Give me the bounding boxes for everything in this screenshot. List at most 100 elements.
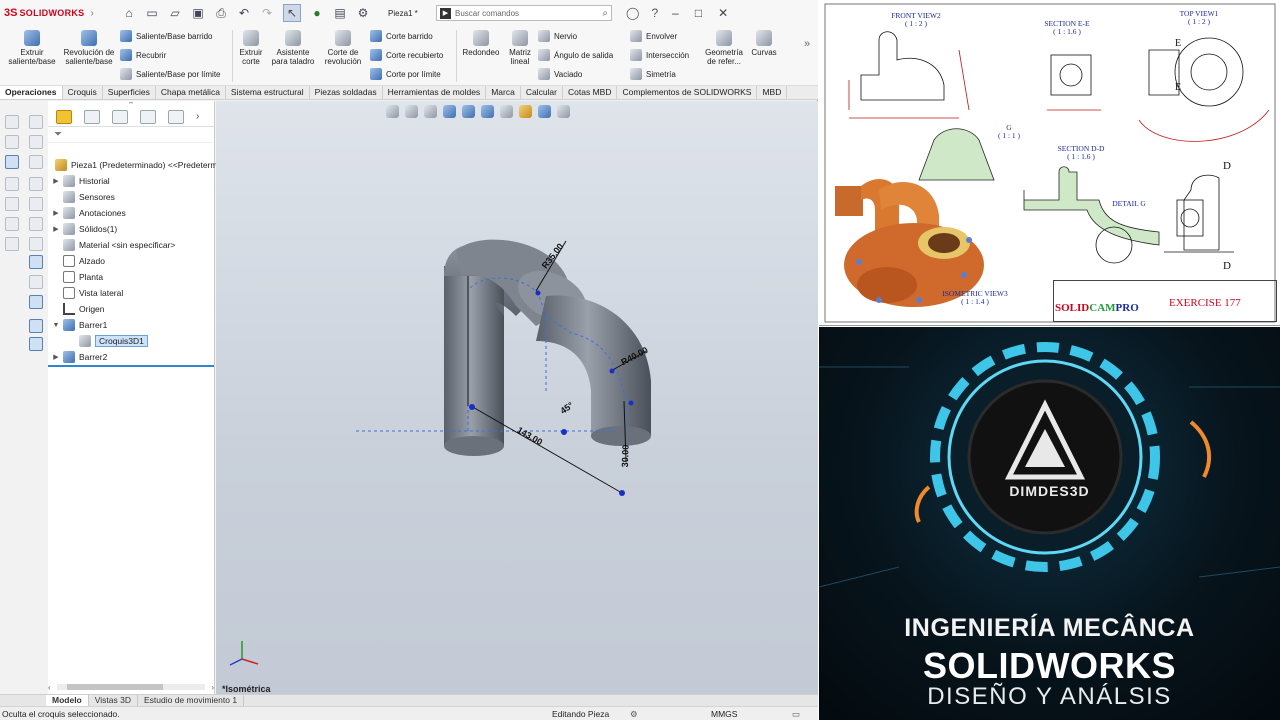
tab-cotas-mbd[interactable]: Cotas MBD xyxy=(563,86,618,99)
undo-icon[interactable]: ↶ xyxy=(237,6,251,20)
tab-operaciones[interactable]: Operaciones xyxy=(0,86,63,99)
strip-tool-icon[interactable] xyxy=(5,177,19,191)
loft-cut-button[interactable]: Corte recubierto xyxy=(370,49,443,61)
tab-calcular[interactable]: Calcular xyxy=(521,86,563,99)
display-manager-tab-icon[interactable] xyxy=(168,109,184,124)
strip-tool-icon[interactable] xyxy=(29,275,43,289)
mirror-button[interactable]: Simetría xyxy=(630,68,676,80)
strip-tool-icon[interactable] xyxy=(29,197,43,211)
units-selector[interactable]: MMGS xyxy=(711,709,737,719)
tree-item-vista-lateral[interactable]: Vista lateral xyxy=(52,285,123,301)
boundary-boss-button[interactable]: Saliente/Base por límite xyxy=(120,68,221,80)
strip-tool-icon[interactable] xyxy=(29,177,43,191)
expand-arrow-icon[interactable]: ▶ xyxy=(52,225,60,233)
scroll-right-icon[interactable]: › xyxy=(211,683,214,692)
magnifier-icon[interactable]: ⌕ xyxy=(602,8,608,19)
strip-tool-icon[interactable] xyxy=(29,337,43,351)
tab-estudio-movimiento[interactable]: Estudio de movimiento 1 xyxy=(138,695,245,706)
swept-boss-button[interactable]: Saliente/Base barrido xyxy=(120,30,213,42)
linear-pattern-button[interactable]: Matriz lineal xyxy=(504,30,536,66)
tab-complementos[interactable]: Complementos de SOLIDWORKS xyxy=(617,86,758,99)
customize-statusbar-icon[interactable]: ▭ xyxy=(792,709,800,720)
revolve-cut-button[interactable]: Corte de revolución xyxy=(320,30,366,66)
redo-icon[interactable]: ↷ xyxy=(260,6,274,20)
rib-button[interactable]: Nervio xyxy=(538,30,577,42)
tree-item-planta[interactable]: Planta xyxy=(52,269,103,285)
tree-item-croquis3d1[interactable]: Croquis3D1 xyxy=(68,333,148,349)
rebuild-status-icon[interactable]: ⚙ xyxy=(630,709,638,720)
shell-button[interactable]: Vaciado xyxy=(538,68,582,80)
command-search-input[interactable]: ▶ Buscar comandos ⌕ xyxy=(436,5,612,21)
print-icon[interactable]: ⎙ xyxy=(214,6,228,20)
fillet-button[interactable]: Redondeo xyxy=(460,30,502,57)
ribbon-overflow-chevron-icon[interactable]: » xyxy=(804,38,810,50)
home-icon[interactable]: ⌂ xyxy=(122,6,136,20)
strip-tool-icon[interactable] xyxy=(29,255,43,269)
expand-arrow-icon[interactable]: ▶ xyxy=(52,353,60,361)
tree-item-historial[interactable]: ▶ Historial xyxy=(52,173,110,189)
curves-button[interactable]: Curvas xyxy=(748,30,780,57)
hole-wizard-button[interactable]: Asistente para taladro xyxy=(268,30,318,66)
strip-tool-icon[interactable] xyxy=(29,319,43,333)
collapse-arrow-icon[interactable]: ▼ xyxy=(52,322,60,329)
scroll-left-icon[interactable]: ‹ xyxy=(48,683,51,692)
chevron-right-icon[interactable]: › xyxy=(196,111,199,122)
tab-sistema-estructural[interactable]: Sistema estructural xyxy=(226,86,310,99)
tab-piezas-soldadas[interactable]: Piezas soldadas xyxy=(310,86,383,99)
tab-modelo[interactable]: Modelo xyxy=(46,695,89,706)
expand-arrow-icon[interactable]: ▶ xyxy=(52,177,60,185)
solidworks-logo[interactable]: 3S SOLIDWORKS › xyxy=(4,7,98,19)
feature-tree-tab-icon[interactable] xyxy=(56,109,72,124)
strip-tool-icon[interactable] xyxy=(5,237,19,251)
reference-geometry-button[interactable]: Geometría de refer... xyxy=(702,30,746,66)
tab-marca[interactable]: Marca xyxy=(486,86,521,99)
dimension-30[interactable]: 30.00 xyxy=(620,445,631,468)
user-account-icon[interactable]: ◯ xyxy=(626,6,639,20)
tree-item-anotaciones[interactable]: ▶ Anotaciones xyxy=(52,205,126,221)
tab-croquis[interactable]: Croquis xyxy=(63,86,103,99)
close-icon[interactable]: ✕ xyxy=(718,6,728,20)
maximize-icon[interactable]: □ xyxy=(695,6,702,20)
tree-filter[interactable]: ⏷ xyxy=(48,127,214,143)
tree-item-material[interactable]: Material <sin especificar> xyxy=(52,237,175,253)
wrap-button[interactable]: Envolver xyxy=(630,30,677,42)
strip-tool-icon[interactable] xyxy=(5,155,19,169)
tab-vistas-3d[interactable]: Vistas 3D xyxy=(89,695,138,706)
strip-tool-icon[interactable] xyxy=(5,135,19,149)
chevron-right-icon[interactable]: › xyxy=(90,8,93,19)
tree-item-sensores[interactable]: Sensores xyxy=(52,189,115,205)
rollback-bar[interactable] xyxy=(48,365,214,367)
graphics-viewport[interactable]: R35.00 R40.00 143.00 45° 30.00 *Isométri… xyxy=(216,101,818,696)
save-icon[interactable]: ▣ xyxy=(191,6,205,20)
scroll-thumb[interactable] xyxy=(66,684,163,690)
strip-tool-icon[interactable] xyxy=(29,217,43,231)
tree-item-solidos[interactable]: ▶ Sólidos(1) xyxy=(52,221,117,237)
strip-tool-icon[interactable] xyxy=(29,135,43,149)
loft-boss-button[interactable]: Recubrir xyxy=(120,49,166,61)
file-properties-icon[interactable]: ▤ xyxy=(333,6,347,20)
tab-mbd[interactable]: MBD xyxy=(757,86,788,99)
expand-arrow-icon[interactable]: ▶ xyxy=(52,209,60,217)
minimize-icon[interactable]: – xyxy=(672,6,679,20)
intersect-button[interactable]: Intersección xyxy=(630,49,689,61)
tree-item-barrer2[interactable]: ▶ Barrer2 xyxy=(52,349,107,365)
tree-item-barrer1[interactable]: ▼ Barrer1 xyxy=(52,317,107,333)
draft-button[interactable]: Ángulo de salida xyxy=(538,49,613,61)
strip-tool-icon[interactable] xyxy=(29,295,43,309)
options-gear-icon[interactable]: ⚙ xyxy=(356,6,370,20)
select-pointer-icon[interactable]: ↖ xyxy=(283,4,301,22)
configuration-manager-tab-icon[interactable] xyxy=(112,109,128,124)
tab-chapa-metalica[interactable]: Chapa metálica xyxy=(156,86,226,99)
strip-tool-icon[interactable] xyxy=(5,115,19,129)
property-manager-tab-icon[interactable] xyxy=(84,109,100,124)
new-document-icon[interactable]: ▭ xyxy=(145,6,159,20)
tree-root-part[interactable]: Pieza1 (Predeterminado) <<Predeterm xyxy=(52,157,217,173)
boundary-cut-button[interactable]: Corte por límite xyxy=(370,68,441,80)
strip-tool-icon[interactable] xyxy=(5,217,19,231)
help-icon[interactable]: ? xyxy=(651,6,658,20)
pipe-right-elbow[interactable] xyxy=(536,295,651,446)
rebuild-icon[interactable]: ● xyxy=(310,6,324,20)
dimxpert-tab-icon[interactable] xyxy=(140,109,156,124)
extrude-boss-button[interactable]: Extruir saliente/base xyxy=(4,30,60,66)
extrude-cut-button[interactable]: Extruir corte xyxy=(236,30,266,66)
